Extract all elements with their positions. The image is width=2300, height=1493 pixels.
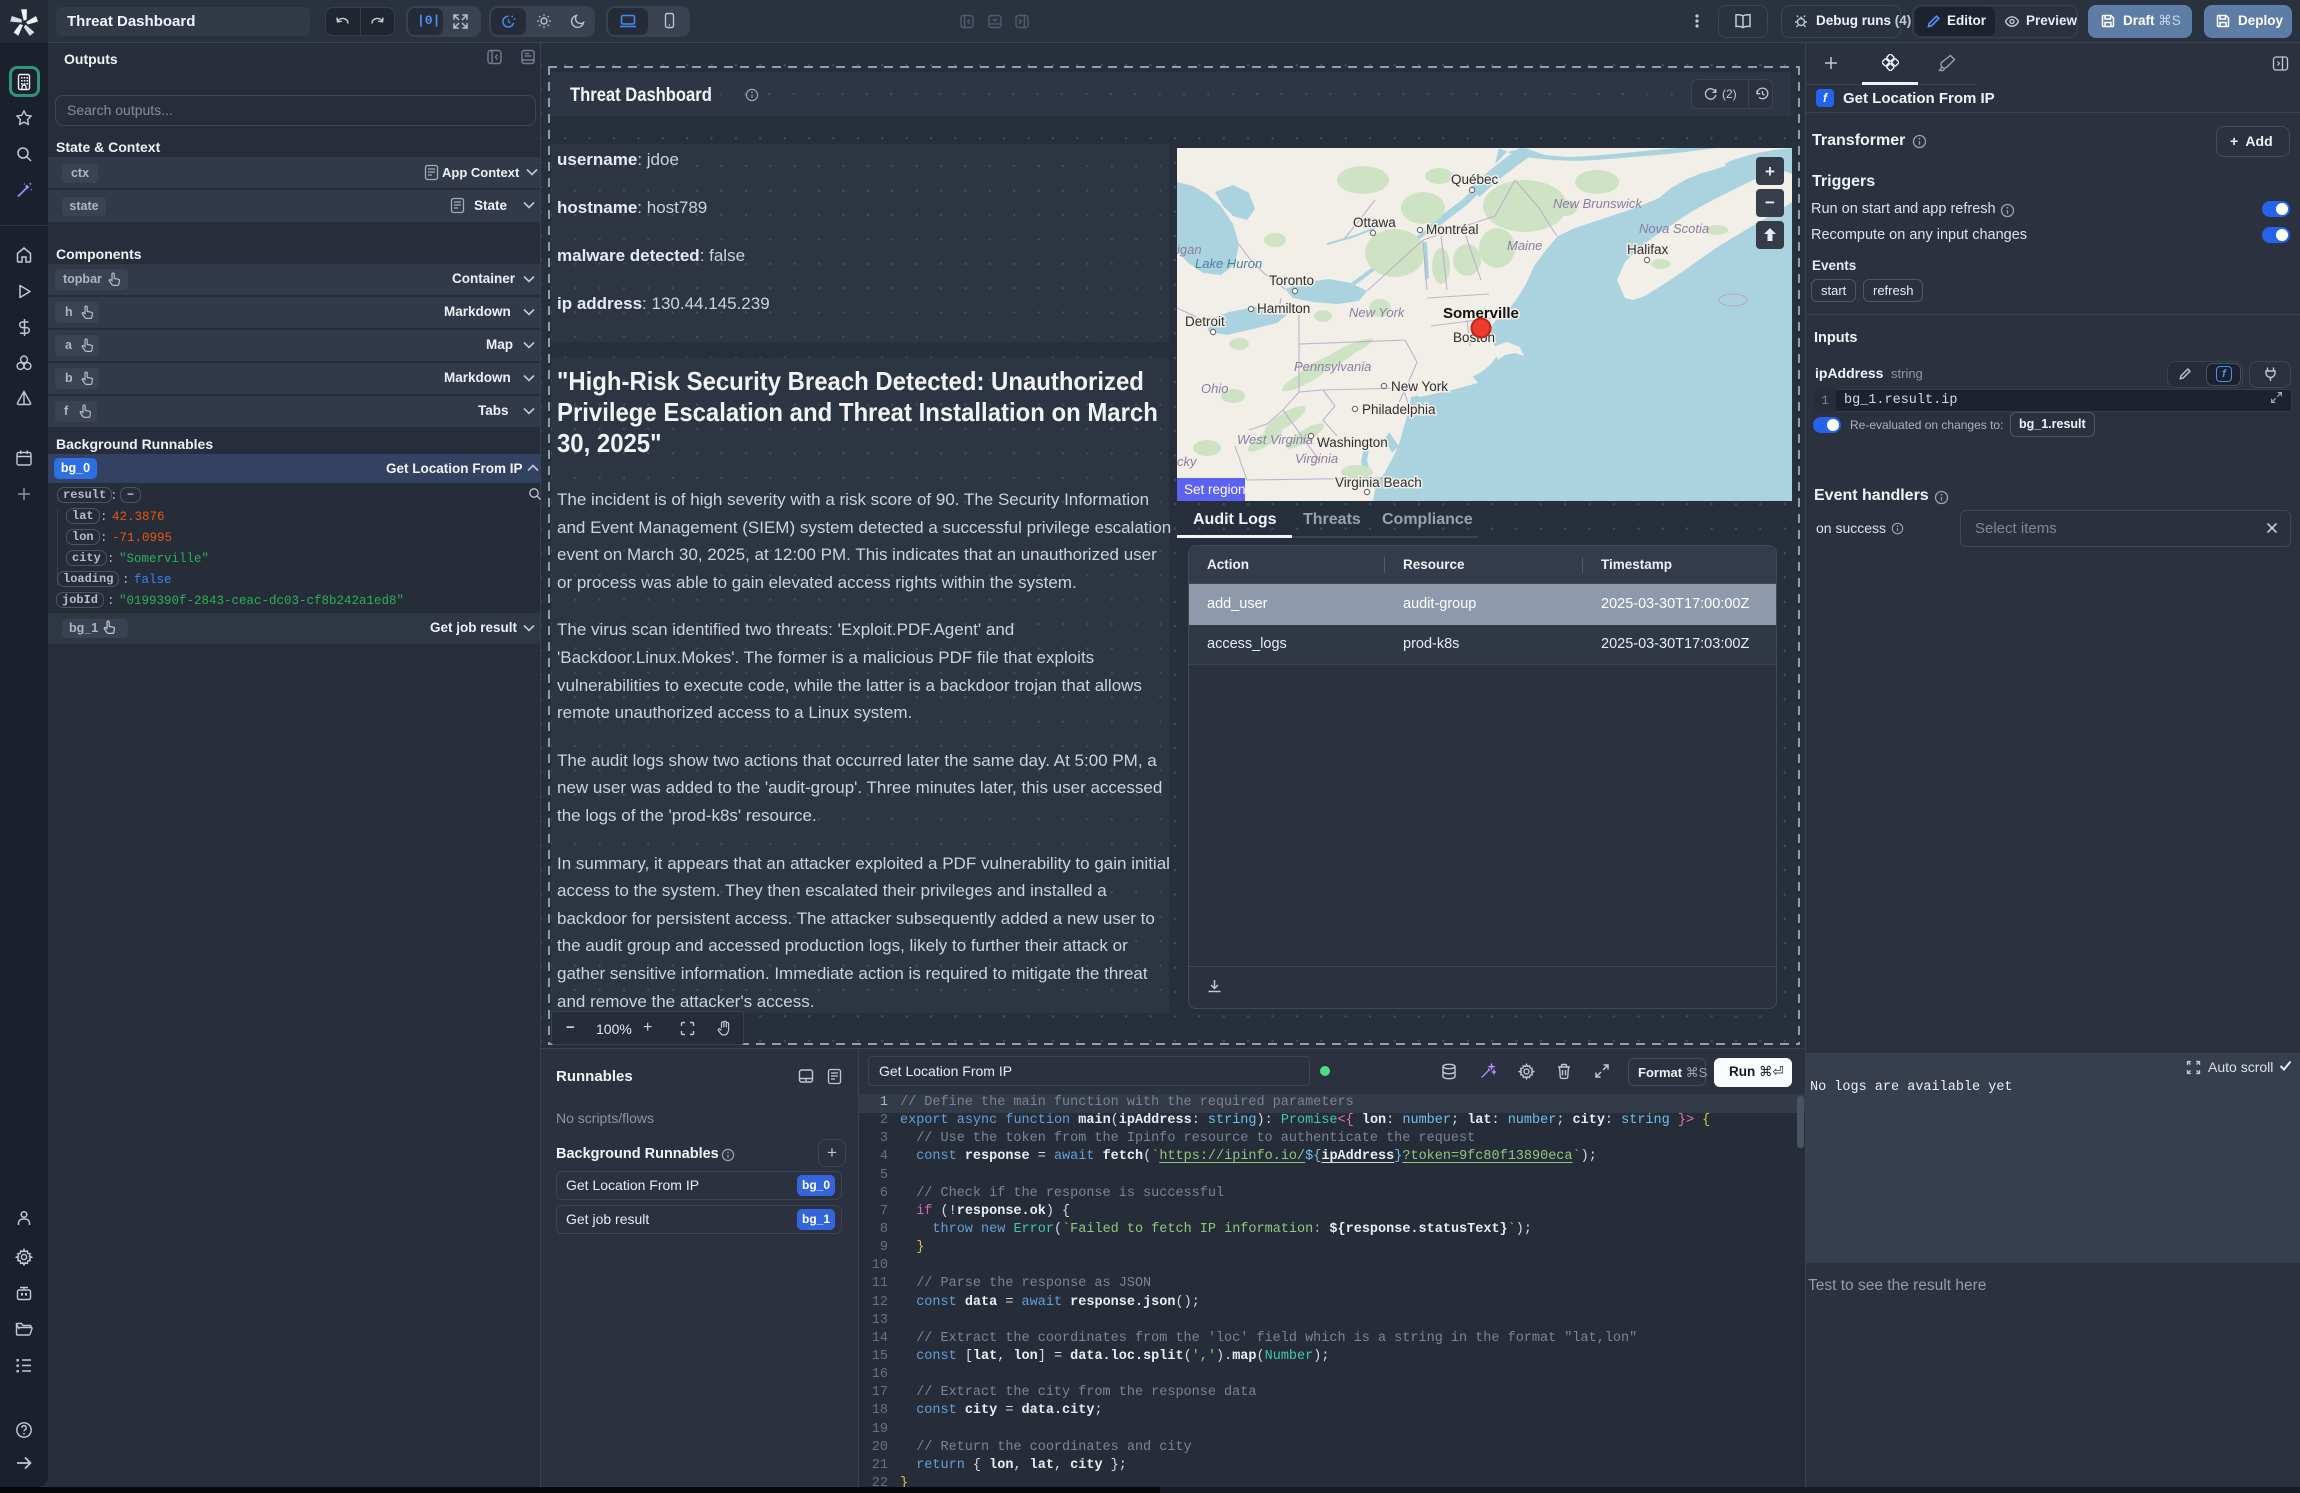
svg-text:cky: cky: [1177, 454, 1198, 469]
svg-text:Québec: Québec: [1451, 172, 1499, 187]
svg-text:Ohio: Ohio: [1201, 381, 1228, 396]
svg-text:Halifax: Halifax: [1627, 242, 1669, 257]
svg-text:West Virginia: West Virginia: [1237, 432, 1313, 447]
svg-text:Detroit: Detroit: [1185, 314, 1225, 329]
svg-text:Lake Huron: Lake Huron: [1195, 256, 1262, 271]
svg-text:igan: igan: [1177, 242, 1202, 257]
svg-text:Montréal: Montréal: [1426, 222, 1479, 237]
svg-text:Pennsylvania: Pennsylvania: [1294, 359, 1371, 374]
svg-text:Toronto: Toronto: [1269, 273, 1314, 288]
svg-text:Maine: Maine: [1507, 238, 1542, 253]
svg-text:Ottawa: Ottawa: [1353, 215, 1396, 230]
svg-text:Philadelphia: Philadelphia: [1362, 402, 1436, 417]
svg-text:New Brunswick: New Brunswick: [1553, 196, 1643, 211]
svg-text:Set region: Set region: [1184, 482, 1246, 497]
svg-text:Hamilton: Hamilton: [1257, 301, 1310, 316]
svg-text:New York: New York: [1391, 379, 1448, 394]
svg-text:−: −: [1765, 193, 1775, 212]
svg-text:Washington: Washington: [1317, 435, 1388, 450]
svg-text:Nova Scotia: Nova Scotia: [1639, 221, 1709, 236]
svg-text:New York: New York: [1349, 305, 1406, 320]
svg-text:Virginia Beach: Virginia Beach: [1335, 475, 1422, 490]
svg-text:+: +: [1765, 162, 1775, 181]
svg-text:Virginia: Virginia: [1295, 451, 1338, 466]
